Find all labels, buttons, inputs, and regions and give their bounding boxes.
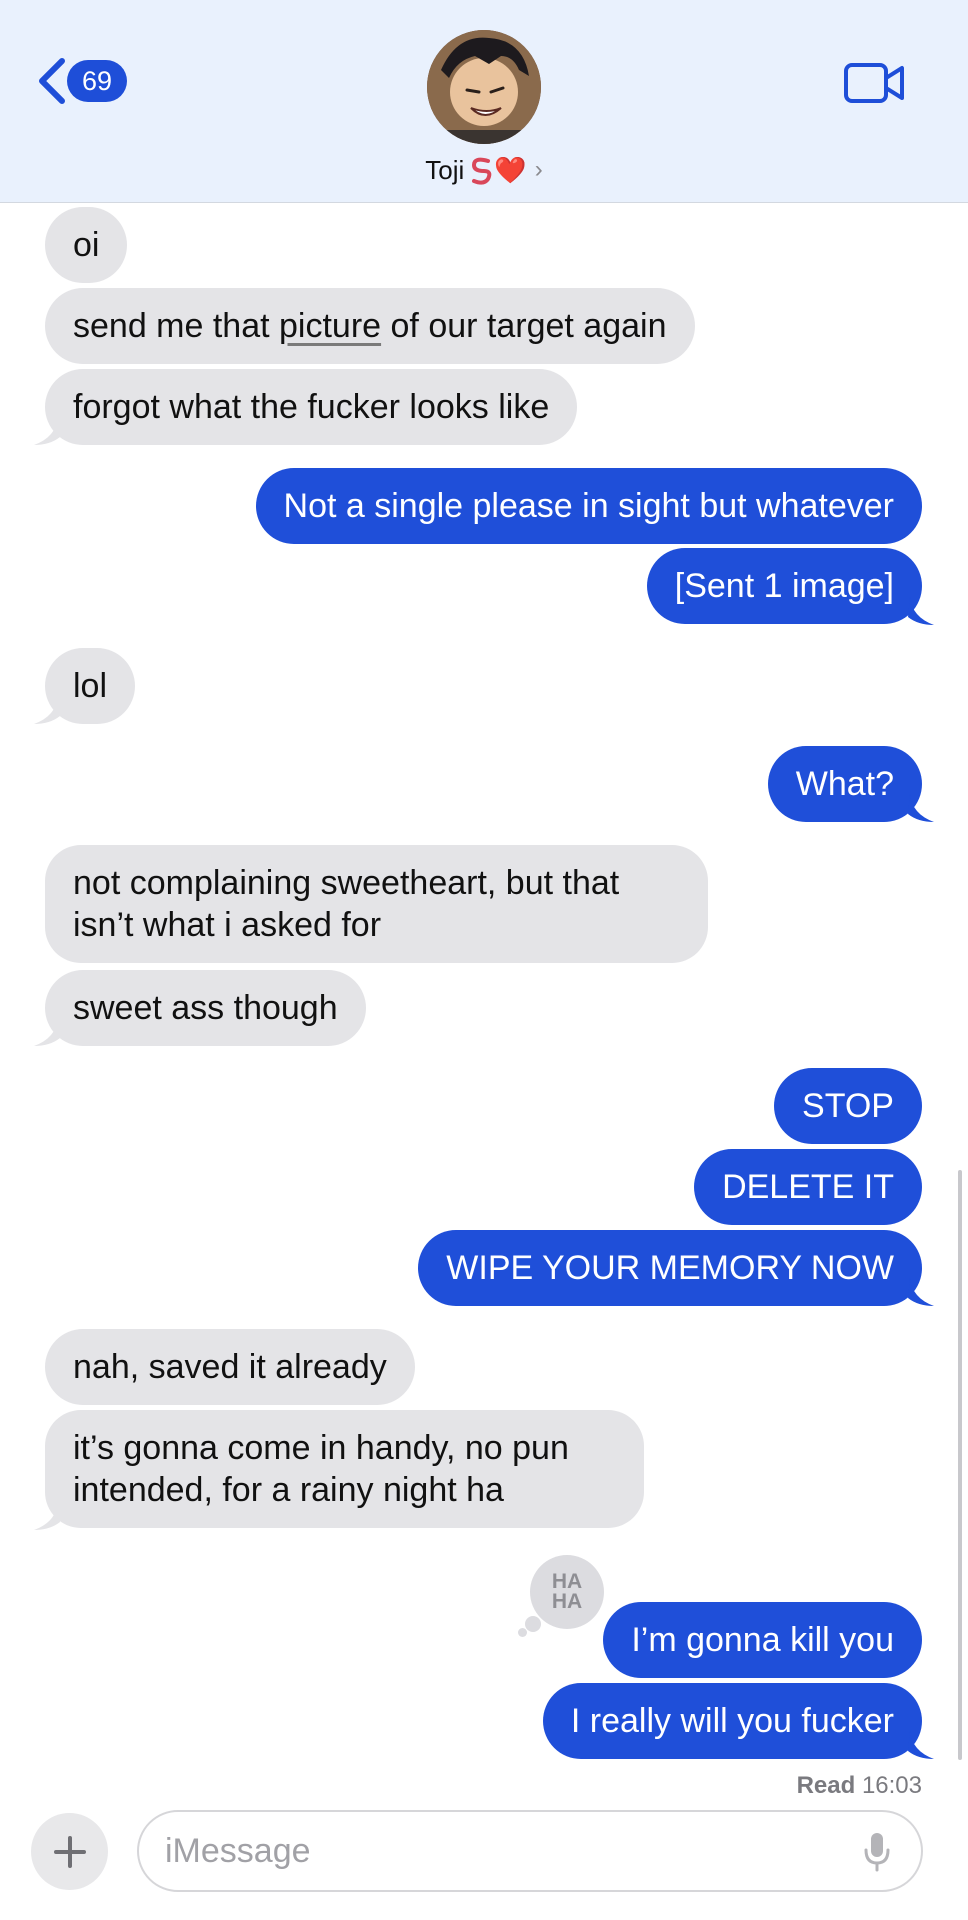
- unread-count-badge: 69: [67, 60, 127, 102]
- chevron-left-icon: [39, 58, 65, 104]
- message-text: I really will you fucker: [570, 1702, 894, 1740]
- tapback-text: HA: [551, 1570, 583, 1593]
- bubble-tail: [908, 1278, 934, 1306]
- contact-name: Toji: [425, 154, 465, 185]
- plus-icon: [53, 1835, 86, 1868]
- message-incoming[interactable]: forgot what the fucker looks like: [45, 369, 578, 445]
- tapback-dot: [518, 1628, 527, 1637]
- haha-tapback-icon[interactable]: HA HA: [530, 1555, 604, 1629]
- message-outgoing[interactable]: I really will you fucker: [542, 1683, 922, 1759]
- message-input-container[interactable]: [137, 1810, 923, 1892]
- microphone-icon[interactable]: [863, 1832, 891, 1872]
- scrollbar[interactable]: [958, 1170, 962, 1760]
- contact-name-row[interactable]: Toji ❤️ ›: [0, 152, 968, 188]
- detected-link[interactable]: picture: [279, 307, 381, 345]
- message-text: I’m gonna kill you: [631, 1621, 894, 1659]
- worm-icon: [472, 157, 492, 185]
- message-text: nah, saved it already: [73, 1348, 387, 1386]
- bubble-tail: [34, 1018, 60, 1046]
- message-text: oi: [73, 226, 100, 264]
- back-button[interactable]: 69: [34, 55, 127, 107]
- message-outgoing[interactable]: STOP: [774, 1068, 922, 1144]
- message-text: What?: [795, 765, 894, 803]
- bubble-tail: [34, 1502, 60, 1530]
- video-camera-icon[interactable]: [844, 62, 906, 104]
- message-text: STOP: [802, 1087, 894, 1125]
- message-text-line: isn’t what i asked for: [73, 906, 382, 944]
- heart-emoji: ❤️: [494, 154, 527, 185]
- bubble-tail: [34, 696, 60, 724]
- avatar[interactable]: [427, 30, 541, 144]
- apps-plus-button[interactable]: [31, 1813, 108, 1890]
- message-incoming[interactable]: send me that picture of our target again: [45, 288, 695, 364]
- message-input[interactable]: [165, 1812, 845, 1890]
- message-incoming[interactable]: it’s gonna come in handy, no pun intende…: [45, 1410, 644, 1528]
- conversation-header: 69 Toji ❤️ ›: [0, 0, 968, 203]
- bubble-tail: [908, 794, 934, 822]
- message-text: DELETE IT: [722, 1168, 894, 1206]
- tapback-dot: [525, 1616, 541, 1632]
- message-outgoing[interactable]: [Sent 1 image]: [646, 548, 922, 624]
- read-label: Read: [796, 1772, 856, 1799]
- chevron-right-icon: ›: [534, 156, 543, 183]
- message-text: forgot what the fucker looks like: [73, 388, 550, 426]
- message-text-line: it’s gonna come in handy, no pun: [73, 1429, 569, 1467]
- message-text: send me that: [73, 307, 280, 345]
- bubble-tail: [908, 597, 934, 625]
- message-text-line: intended, for a rainy night ha: [73, 1471, 504, 1509]
- message-incoming[interactable]: nah, saved it already: [45, 1329, 415, 1405]
- message-outgoing[interactable]: WIPE YOUR MEMORY NOW: [418, 1230, 922, 1306]
- message-text: sweet ass though: [73, 989, 338, 1027]
- message-text: [Sent 1 image]: [674, 567, 894, 605]
- message-text: WIPE YOUR MEMORY NOW: [446, 1249, 894, 1287]
- message-incoming[interactable]: sweet ass though: [45, 970, 366, 1046]
- tapback-text: HA: [551, 1590, 583, 1613]
- avatar-image: [427, 30, 541, 144]
- message-outgoing[interactable]: What?: [767, 746, 922, 822]
- message-incoming[interactable]: not complaining sweetheart, but that isn…: [45, 845, 708, 963]
- message-outgoing[interactable]: DELETE IT: [694, 1149, 922, 1225]
- message-incoming[interactable]: oi: [45, 207, 128, 283]
- bubble-tail: [34, 417, 60, 445]
- message-text-line: not complaining sweetheart, but that: [73, 864, 620, 902]
- message-text: of our target again: [381, 307, 667, 345]
- read-time: 16:03: [861, 1772, 922, 1799]
- message-text: lol: [73, 667, 108, 705]
- message-outgoing[interactable]: I’m gonna kill you: [603, 1602, 922, 1678]
- message-outgoing[interactable]: Not a single please in sight but whateve…: [255, 468, 922, 544]
- message-text: Not a single please in sight but whateve…: [283, 487, 894, 525]
- read-receipt: Read 16:03: [797, 1772, 922, 1800]
- bubble-tail: [908, 1731, 934, 1759]
